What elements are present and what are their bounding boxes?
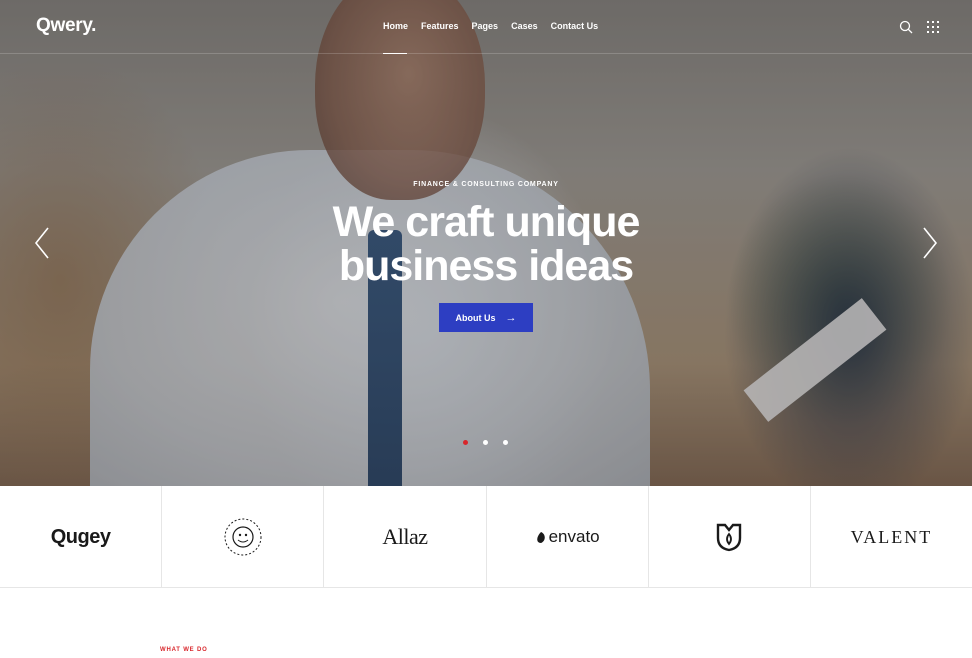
nav-active-indicator: [383, 53, 407, 54]
envato-leaf-icon: [536, 531, 545, 543]
site-logo[interactable]: Qwery.: [36, 15, 96, 37]
shield-logo-icon: [717, 523, 742, 552]
grid-menu-icon[interactable]: [927, 21, 939, 33]
partner-logo-valent: VALENT: [850, 526, 933, 547]
partner-logo-cell: Allaz: [324, 486, 487, 588]
hero-headline-line2: business ideas: [338, 242, 634, 290]
slider-prev-arrow-icon[interactable]: [32, 226, 52, 260]
partner-logo-envato-text: envato: [548, 527, 600, 546]
partner-logo-qugey: Qugey: [50, 525, 111, 548]
section-eyebrow-what-we-do: WHAT WE DO: [160, 647, 208, 653]
search-icon[interactable]: [899, 20, 913, 34]
partner-logo-cell: VALENT: [811, 486, 972, 588]
partner-logo-cell: [649, 486, 811, 588]
nav-contact-us[interactable]: Contact Us: [551, 21, 599, 31]
main-nav: Home Features Pages Cases Contact Us: [383, 21, 611, 31]
slider-dots: [463, 440, 508, 445]
site-header: Qwery. Home Features Pages Cases Contact…: [0, 0, 972, 54]
arrow-right-icon: →: [505, 311, 517, 324]
about-us-button-label: About Us: [455, 312, 496, 323]
nav-pages[interactable]: Pages: [472, 21, 499, 31]
nav-cases[interactable]: Cases: [511, 21, 538, 31]
nav-home[interactable]: Home: [383, 21, 408, 31]
about-us-button[interactable]: About Us →: [439, 303, 533, 332]
slider-dot-2[interactable]: [483, 440, 488, 445]
hero-headline: We craft unique business ideas: [286, 200, 686, 288]
slider-dot-3[interactable]: [503, 440, 508, 445]
partner-logo-cell: envato: [487, 486, 649, 588]
bulldog-badge-logo-icon: [224, 518, 262, 556]
hero-slider: FINANCE & CONSULTING COMPANY We craft un…: [0, 0, 972, 486]
partner-logo-cell: [162, 486, 325, 588]
partner-logo-envato: envato: [535, 527, 600, 547]
partner-logo-allaz: Allaz: [382, 524, 428, 549]
slider-next-arrow-icon[interactable]: [920, 226, 940, 260]
partner-logos: Qugey Allaz envato VALENT: [0, 486, 972, 588]
partner-logo-cell: Qugey: [0, 486, 163, 588]
hero-eyebrow: FINANCE & CONSULTING COMPANY: [413, 181, 559, 188]
hero-headline-line1: We craft unique: [332, 198, 641, 246]
slider-dot-1[interactable]: [463, 440, 468, 445]
nav-features[interactable]: Features: [421, 21, 459, 31]
